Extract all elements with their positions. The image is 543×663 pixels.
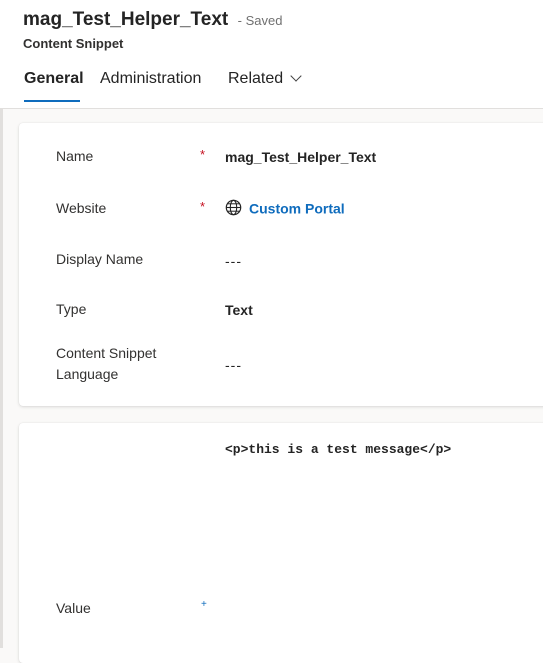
value-label: Value — [56, 600, 91, 616]
display-name-field[interactable]: --- — [225, 253, 242, 269]
general-section-card: Name * mag_Test_Helper_Text Website * Cu… — [19, 123, 543, 406]
language-field[interactable]: --- — [225, 357, 242, 373]
chevron-down-icon — [290, 70, 302, 82]
website-link[interactable]: Custom Portal — [249, 201, 345, 217]
language-label: Content Snippet Language — [56, 345, 157, 382]
value-section-card: <p>this is a test message</p> Value + — [19, 423, 543, 663]
type-field[interactable]: Text — [225, 302, 253, 318]
tab-label: General — [24, 70, 84, 87]
globe-icon — [225, 199, 242, 219]
save-status: - Saved — [237, 13, 283, 28]
tab-label: Administration — [100, 70, 202, 87]
website-label: Website — [56, 200, 107, 216]
value-editor[interactable]: <p>this is a test message</p> — [225, 442, 451, 457]
tab-general[interactable]: General — [24, 70, 84, 102]
title-row: mag_Test_Helper_Text - Saved — [23, 9, 282, 31]
name-required-marker: * — [200, 147, 206, 162]
name-label: Name — [56, 148, 94, 164]
website-lookup[interactable]: Custom Portal — [225, 199, 345, 220]
tab-administration[interactable]: Administration — [100, 70, 201, 88]
record-header: mag_Test_Helper_Text - Saved Content Sni… — [0, 0, 543, 109]
tab-related[interactable]: Related — [228, 70, 302, 88]
entity-name: Content Snippet — [23, 36, 124, 51]
type-label: Type — [56, 301, 87, 317]
tab-label: Related — [228, 70, 284, 87]
value-recommended-marker: + — [201, 599, 207, 610]
website-required-marker: * — [200, 199, 206, 214]
record-title: mag_Test_Helper_Text — [23, 9, 229, 30]
name-field[interactable]: mag_Test_Helper_Text — [225, 149, 376, 165]
active-tab-indicator — [24, 100, 80, 102]
display-name-label: Display Name — [56, 251, 144, 267]
